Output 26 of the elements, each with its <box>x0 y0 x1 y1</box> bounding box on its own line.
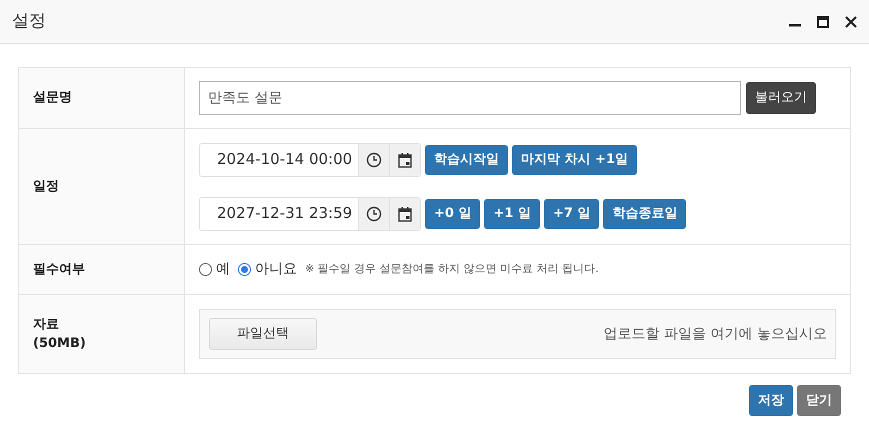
close-button[interactable]: 닫기 <box>797 385 841 416</box>
date-shortcut-button[interactable]: +0 일 <box>425 198 480 228</box>
drop-hint: 업로드할 파일을 여기에 놓으십시오 <box>604 324 827 344</box>
field-label: 자료 <box>33 316 60 334</box>
load-button[interactable]: 불러오기 <box>746 82 816 114</box>
date-shortcut-button[interactable]: +1 일 <box>484 198 540 228</box>
maximize-icon[interactable] <box>817 16 829 28</box>
file-select-button[interactable]: 파일선택 <box>209 318 317 350</box>
field-sublabel: (50MB) <box>33 335 87 353</box>
radio-button[interactable] <box>238 263 251 276</box>
field-label: 설문명 <box>33 89 73 108</box>
drop-zone[interactable]: 파일선택 업로드할 파일을 여기에 놓으십시오 <box>199 309 836 359</box>
radio-button[interactable] <box>199 263 212 276</box>
close-icon[interactable] <box>845 16 857 28</box>
window-title: 설정 <box>12 10 46 33</box>
radio-label[interactable]: 아니요 <box>255 259 297 280</box>
radio-label[interactable]: 예 <box>216 259 230 280</box>
text-input[interactable]: 만족도 설문 <box>199 81 741 115</box>
field-label: 일정 <box>33 178 60 196</box>
date-shortcut-button[interactable]: 마지막 차시 +1일 <box>512 144 637 174</box>
date-shortcut-button[interactable]: +7 일 <box>544 198 600 228</box>
field-label: 필수여부 <box>33 260 86 279</box>
save-button[interactable]: 저장 <box>749 385 793 416</box>
date-shortcut-button[interactable]: 학습종료일 <box>603 198 686 228</box>
note-text: ※ 필수일 경우 설문참여를 하지 않으면 미수료 처리 됩니다. <box>305 261 599 278</box>
date-shortcut-button[interactable]: 학습시작일 <box>425 144 508 174</box>
